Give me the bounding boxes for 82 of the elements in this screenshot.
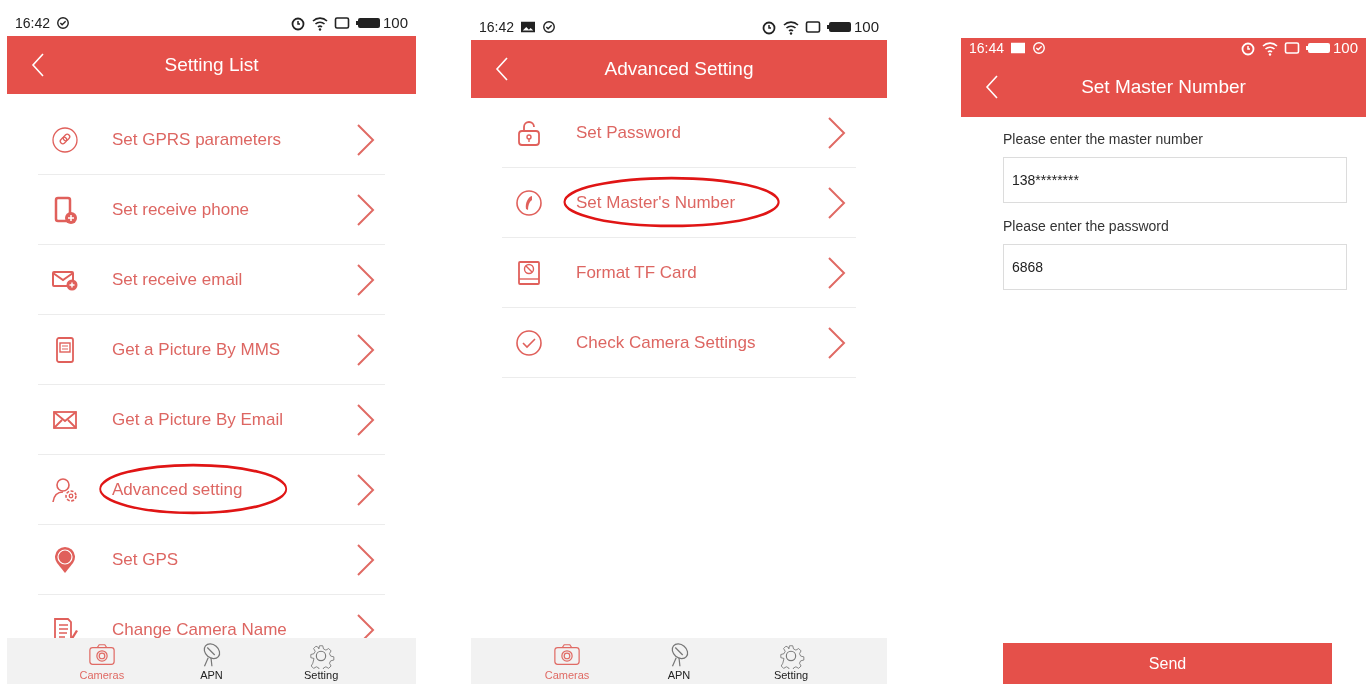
battery-icon <box>826 19 851 35</box>
padlock-icon <box>515 118 543 147</box>
alarm-clock-icon <box>289 15 306 31</box>
tab-bar-item[interactable]: Setting <box>735 638 847 684</box>
picture-icon <box>520 20 537 34</box>
memory-card-icon <box>515 258 543 287</box>
check-circle-icon <box>56 16 71 30</box>
screen-rotation-icon <box>1283 40 1300 56</box>
row-label: Set GPS <box>112 548 179 571</box>
settings-row[interactable]: Set GPRS parameters <box>38 105 385 175</box>
check-circle-icon <box>542 20 557 34</box>
screen-rotation-icon <box>333 15 350 31</box>
input-field[interactable]: 6868 <box>1003 244 1347 290</box>
chevron-right-icon <box>356 402 375 437</box>
battery-percentage: 100 <box>1332 38 1358 58</box>
row-label: Get a Picture By Email <box>112 408 283 431</box>
settings-row[interactable]: Advanced setting <box>38 455 385 525</box>
picture-icon <box>1010 41 1027 55</box>
checkmark-circle-icon <box>515 328 543 357</box>
status-time: 16:42 <box>479 17 515 37</box>
row-label: Set receive phone <box>112 198 250 221</box>
settings-row[interactable]: Get a Picture By Email <box>38 385 385 455</box>
battery-icon <box>355 15 380 31</box>
back-icon[interactable] <box>31 52 45 78</box>
chevron-right-icon <box>356 332 375 367</box>
alarm-clock-icon <box>760 19 777 35</box>
tab-bar-item[interactable]: Cameras <box>511 638 623 684</box>
send-button[interactable]: Send <box>1003 643 1332 684</box>
row-label: Format TF Card <box>576 261 697 284</box>
chevron-right-icon <box>356 122 375 157</box>
row-label: Advanced setting <box>112 478 243 501</box>
row-label: Set GPRS parameters <box>112 128 282 151</box>
row-label: Set receive email <box>112 268 243 291</box>
back-icon[interactable] <box>495 56 509 82</box>
status-time: 16:44 <box>969 38 1005 58</box>
chevron-right-icon <box>827 325 846 360</box>
chevron-right-icon <box>827 185 846 220</box>
chevron-right-icon <box>356 472 375 507</box>
chevron-right-icon <box>827 115 846 150</box>
back-icon[interactable] <box>985 74 999 100</box>
settings-row[interactable]: Set Password <box>502 98 856 168</box>
settings-row[interactable]: Get a Picture By MMS <box>38 315 385 385</box>
row-label: Set Master's Number <box>576 191 736 214</box>
wifi-icon <box>1261 40 1278 56</box>
chevron-right-icon <box>356 192 375 227</box>
status-time: 16:42 <box>15 13 51 33</box>
settings-row[interactable]: Check Camera Settings <box>502 308 856 378</box>
chevron-right-icon <box>356 612 375 638</box>
tab-bar-item[interactable]: Setting <box>266 638 376 684</box>
battery-percentage: 100 <box>853 16 879 37</box>
field-label: Please enter the master number <box>1003 130 1204 149</box>
document-pencil-icon <box>51 615 79 638</box>
chevron-right-icon <box>356 262 375 297</box>
person-gear-icon <box>51 475 79 504</box>
row-label: Get a Picture By MMS <box>112 338 281 361</box>
settings-row[interactable]: Set receive email <box>38 245 385 315</box>
wifi-icon <box>782 19 799 35</box>
check-circle-icon <box>1032 41 1047 55</box>
settings-row[interactable]: Set receive phone <box>38 175 385 245</box>
alarm-clock-icon <box>1239 40 1256 56</box>
wifi-icon <box>311 15 328 31</box>
row-label: Check Camera Settings <box>576 331 756 354</box>
row-label: Set Password <box>576 121 681 144</box>
screen-title: Set Master Number <box>1081 75 1246 100</box>
settings-row[interactable]: Set Master's Number <box>502 168 856 238</box>
tab-bar-item[interactable]: APN <box>623 638 735 684</box>
input-field[interactable]: 138******** <box>1003 157 1347 203</box>
row-label: Change Camera Name <box>112 618 287 638</box>
settings-row[interactable]: Set GPS <box>38 525 385 595</box>
battery-icon <box>1305 40 1330 56</box>
field-label: Please enter the password <box>1003 217 1170 236</box>
screen-title: Setting List <box>164 52 259 77</box>
settings-row[interactable]: Format TF Card <box>502 238 856 308</box>
battery-percentage: 100 <box>382 12 408 33</box>
chevron-right-icon <box>356 542 375 577</box>
screen-rotation-icon <box>804 19 821 35</box>
chevron-right-icon <box>827 255 846 290</box>
link-icon <box>51 125 79 154</box>
phone-handset-icon <box>515 188 543 217</box>
tab-bar-item[interactable]: Cameras <box>47 638 157 684</box>
tab-bar-item[interactable]: APN <box>156 638 267 684</box>
screen-title: Advanced Setting <box>604 56 754 81</box>
